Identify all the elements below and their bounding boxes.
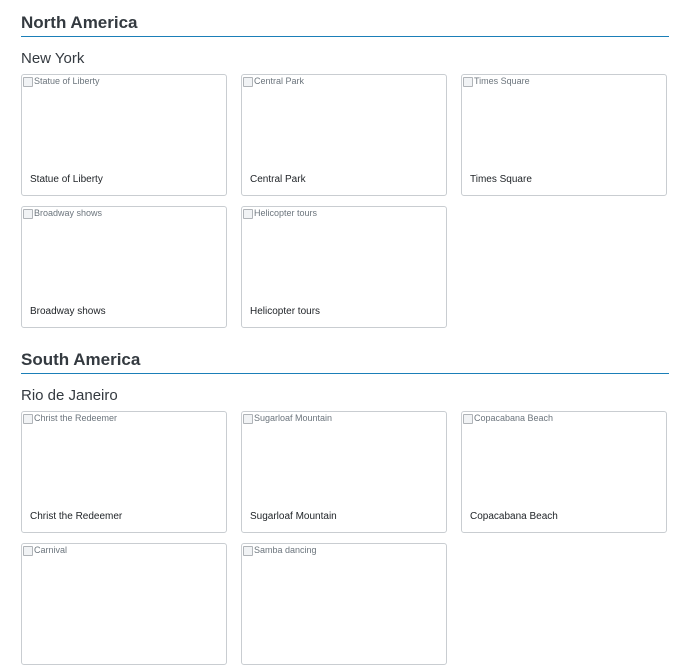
- image-alt-text: Helicopter tours: [254, 208, 318, 218]
- broken-image-icon: [243, 546, 253, 556]
- attraction-image[interactable]: Samba dancing: [242, 544, 446, 635]
- image-alt-text: Copacabana Beach: [474, 413, 554, 423]
- broken-image-icon: [23, 414, 33, 424]
- attraction-title: Statue of Liberty: [30, 174, 103, 185]
- attraction-card[interactable]: Times Square Times Square: [461, 74, 667, 196]
- image-alt-text: Samba dancing: [254, 545, 317, 555]
- broken-image-icon: [463, 77, 473, 87]
- image-alt-text: Central Park: [254, 76, 305, 86]
- broken-image-icon: [243, 77, 253, 87]
- attraction-card[interactable]: Carnival: [21, 543, 227, 665]
- broken-image-icon: [23, 546, 33, 556]
- image-alt-text: Christ the Redeemer: [34, 413, 118, 423]
- attraction-title: Broadway shows: [30, 306, 106, 317]
- broken-image-icon: [243, 209, 253, 219]
- attraction-card[interactable]: Sugarloaf Mountain Sugarloaf Mountain: [241, 411, 447, 533]
- attraction-image[interactable]: Times Square: [462, 75, 666, 166]
- attraction-image[interactable]: Christ the Redeemer: [22, 412, 226, 503]
- city-heading: New York: [21, 50, 85, 67]
- broken-image-icon: [243, 414, 253, 424]
- attraction-image[interactable]: Statue of Liberty: [22, 75, 226, 166]
- attraction-card[interactable]: Samba dancing: [241, 543, 447, 665]
- region-north-america: North America New York Statue of Liberty…: [21, 8, 669, 328]
- image-alt-text: Statue of Liberty: [34, 76, 100, 86]
- attraction-card[interactable]: Helicopter tours Helicopter tours: [241, 206, 447, 328]
- region-heading: South America: [21, 350, 141, 369]
- region-south-america: South America Rio de Janeiro Christ the …: [21, 345, 669, 665]
- attraction-card[interactable]: Copacabana Beach Copacabana Beach: [461, 411, 667, 533]
- attraction-title: Sugarloaf Mountain: [250, 511, 337, 522]
- attraction-title: Helicopter tours: [250, 306, 321, 317]
- attraction-title: Copacabana Beach: [470, 511, 558, 522]
- attraction-card[interactable]: Central Park Central Park: [241, 74, 447, 196]
- broken-image-icon: [463, 414, 473, 424]
- attraction-image[interactable]: Broadway shows: [22, 207, 226, 298]
- city-heading: Rio de Janeiro: [21, 387, 118, 404]
- broken-image-icon: [23, 77, 33, 87]
- attraction-image[interactable]: Central Park: [242, 75, 446, 166]
- region-divider: [21, 373, 669, 374]
- attraction-image[interactable]: Sugarloaf Mountain: [242, 412, 446, 503]
- image-alt-text: Broadway shows: [34, 208, 103, 218]
- image-alt-text: Carnival: [34, 545, 68, 555]
- image-alt-text: Times Square: [474, 76, 530, 86]
- attraction-title: Central Park: [250, 174, 306, 185]
- attraction-title: Christ the Redeemer: [30, 511, 123, 522]
- attraction-image[interactable]: Copacabana Beach: [462, 412, 666, 503]
- attraction-card[interactable]: Christ the Redeemer Christ the Redeemer: [21, 411, 227, 533]
- attraction-image[interactable]: Carnival: [22, 544, 226, 635]
- broken-image-icon: [23, 209, 33, 219]
- region-heading: North America: [21, 13, 138, 32]
- attraction-image[interactable]: Helicopter tours: [242, 207, 446, 298]
- attraction-title: Times Square: [470, 174, 532, 185]
- attraction-card[interactable]: Broadway shows Broadway shows: [21, 206, 227, 328]
- attraction-card[interactable]: Statue of Liberty Statue of Liberty: [21, 74, 227, 196]
- region-divider: [21, 36, 669, 37]
- image-alt-text: Sugarloaf Mountain: [254, 413, 333, 423]
